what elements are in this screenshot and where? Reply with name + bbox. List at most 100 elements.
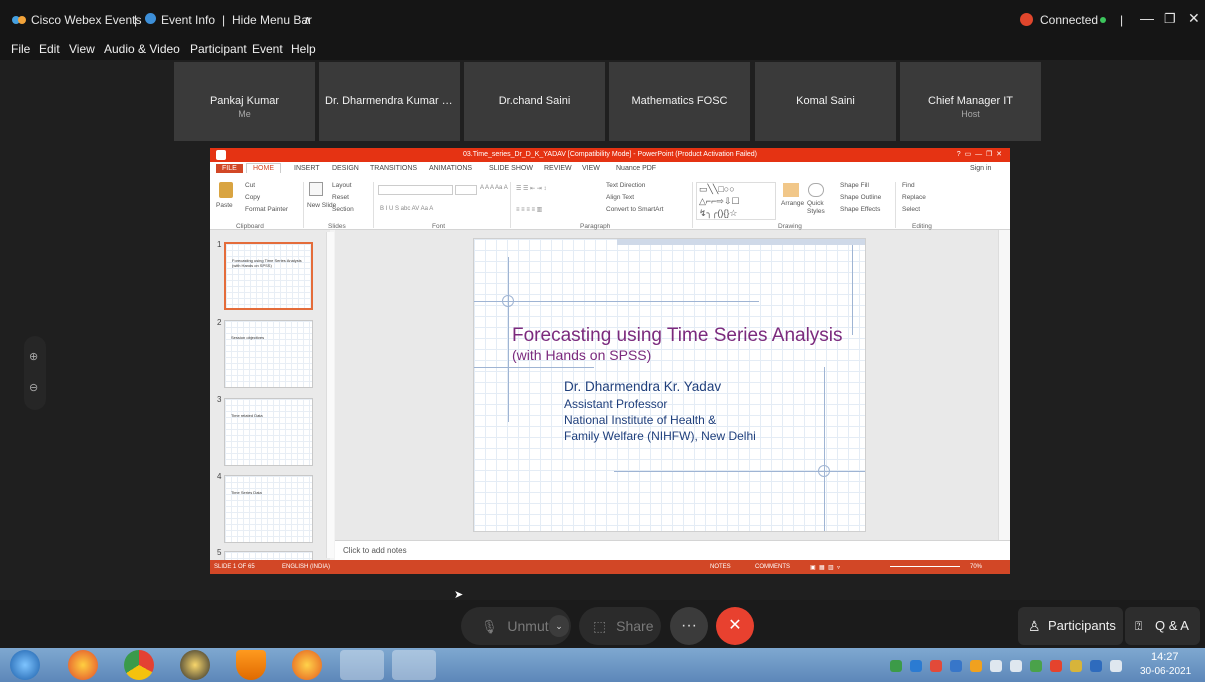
menu-participant[interactable]: Participant [190,42,247,56]
firefox-app-icon[interactable] [292,650,322,680]
font-format-icons[interactable]: B I U S abc AV Aa A [380,206,433,212]
qa-button[interactable]: ⍰ Q & A [1125,607,1200,645]
clock-date[interactable]: 30-06-2021 [1140,666,1191,677]
tab-insert[interactable]: INSERT [294,165,320,172]
view-buttons-icon[interactable]: ▣ ▦ ▥ ▿ [810,564,840,571]
webex-taskbar-icon[interactable] [392,650,436,680]
menu-help[interactable]: Help [291,42,316,56]
hide-menu-bar-button[interactable]: Hide Menu Bar [232,13,312,27]
participant-tile[interactable]: Komal Saini [755,62,896,141]
participant-tile[interactable]: Dr. Dharmendra Kumar Y... [319,62,460,141]
tray-icon[interactable] [1050,660,1062,672]
participant-tile[interactable]: Chief Manager IT Host [900,62,1041,141]
find-button[interactable]: Find [902,182,915,189]
vlc-icon[interactable] [236,650,266,680]
zoom-slider[interactable] [890,566,960,567]
font-tools-icon[interactable]: A A A Aa A [480,185,508,191]
notes-pane[interactable]: Click to add notes [335,540,1010,560]
text-direction-button[interactable]: Text Direction [606,182,645,189]
font-size-field[interactable] [455,185,477,195]
tray-icon[interactable] [970,660,982,672]
tray-icon[interactable] [910,660,922,672]
participant-tile[interactable]: Pankaj Kumar Me [174,62,315,141]
tab-design[interactable]: DESIGN [332,165,359,172]
paste-button[interactable]: Paste [216,202,233,209]
firefox-icon[interactable] [68,650,98,680]
tab-review[interactable]: REVIEW [544,165,572,172]
more-options-button[interactable]: ··· [670,607,708,645]
minimize-icon[interactable]: — [1140,10,1154,26]
tray-icon[interactable] [1090,660,1102,672]
menu-audio-video[interactable]: Audio & Video [104,42,180,56]
list-icons[interactable]: ☰ ☰ ⇤ ⇥ ↕ [516,185,546,192]
slide-thumbnail[interactable]: Forecasting using Time Series Analysis (… [224,242,313,310]
convert-smartart-button[interactable]: Convert to SmartArt [606,206,663,213]
font-name-field[interactable] [378,185,453,195]
tray-icon[interactable] [950,660,962,672]
comments-button[interactable]: COMMENTS [755,564,790,570]
zoom-in-icon[interactable]: ⊕ [29,350,38,363]
participant-tile[interactable]: Dr.chand Saini [464,62,605,141]
tray-icon[interactable] [990,660,1002,672]
shape-effects-button[interactable]: Shape Effects [840,206,880,213]
chevron-up-icon[interactable]: ∧ [303,13,312,27]
tab-nuance-pdf[interactable]: Nuance PDF [616,165,656,172]
shape-fill-button[interactable]: Shape Fill [840,182,869,189]
menu-edit[interactable]: Edit [39,42,60,56]
slide-scrollbar[interactable] [998,230,1010,540]
tab-view[interactable]: VIEW [582,165,600,172]
tray-icon[interactable] [930,660,942,672]
ppt-window-controls-icon[interactable]: ? ▭ — ❐ ✕ [957,148,1002,162]
tab-slide-show[interactable]: SLIDE SHOW [489,165,533,172]
slide-thumbnail[interactable]: Session objectives [224,320,313,388]
zoom-out-icon[interactable]: ⊖ [29,381,38,394]
arrange-icon[interactable] [783,183,799,197]
tab-transitions[interactable]: TRANSITIONS [370,165,417,172]
menu-file[interactable]: File [11,42,30,56]
unmute-button[interactable]: 🎙 Unmute ⌄ [461,607,571,645]
quick-styles-icon[interactable] [808,183,824,197]
select-button[interactable]: Select [902,206,920,213]
format-painter-button[interactable]: Format Painter [245,206,288,213]
align-icons[interactable]: ≡ ≡ ≡ ≡ ▥ [516,206,542,213]
arrange-button[interactable]: Arrange [781,200,804,207]
clock-time[interactable]: 14:27 [1151,651,1179,663]
start-button-icon[interactable] [10,650,40,680]
leave-meeting-button[interactable]: ✕ [716,607,754,645]
sign-in-link[interactable]: Sign in [970,165,991,172]
restore-icon[interactable]: ❐ [1164,11,1176,27]
close-icon[interactable]: ✕ [1188,10,1200,27]
menu-view[interactable]: View [69,42,95,56]
copy-button[interactable]: Copy [245,194,260,201]
reset-button[interactable]: Reset [332,194,349,201]
network-icon[interactable] [1110,660,1122,672]
shape-outline-button[interactable]: Shape Outline [840,194,881,201]
volume-icon[interactable] [1010,660,1022,672]
tray-icon[interactable] [890,660,902,672]
participant-tile[interactable]: Mathematics FOSC [609,62,750,141]
slide-thumbnail[interactable]: Time related Data [224,398,313,466]
section-button[interactable]: Section [332,206,354,213]
tray-icon[interactable] [1030,660,1042,672]
new-slide-icon[interactable] [309,182,323,196]
file-explorer-icon[interactable] [340,650,384,680]
layout-button[interactable]: Layout [332,182,352,189]
slide-thumbnail[interactable]: Time Series Data [224,475,313,543]
event-info-button[interactable]: Event Info [161,13,215,27]
cut-button[interactable]: Cut [245,182,255,189]
media-player-icon[interactable] [180,650,210,680]
quick-styles-button[interactable]: Quick Styles [807,200,835,216]
language-indicator[interactable]: ENGLISH (INDIA) [282,564,330,570]
replace-button[interactable]: Replace [902,194,926,201]
tab-file[interactable]: FILE [216,164,243,173]
tab-animations[interactable]: ANIMATIONS [429,165,472,172]
participants-button[interactable]: ♙ Participants [1018,607,1123,645]
current-slide[interactable]: Forecasting using Time Series Analysis (… [473,238,866,532]
share-button[interactable]: ⬚ Share [579,607,661,645]
chrome-icon[interactable] [124,650,154,680]
shapes-gallery-icon[interactable]: ▭╲╲□○○ △⌐⌐⇨⇩☐ ↯╮╭(){}☆ [696,182,776,220]
thumbnails-scrollbar[interactable] [326,232,334,558]
tab-home[interactable]: HOME [246,163,281,173]
menu-event[interactable]: Event [252,42,283,56]
tray-icon[interactable] [1070,660,1082,672]
